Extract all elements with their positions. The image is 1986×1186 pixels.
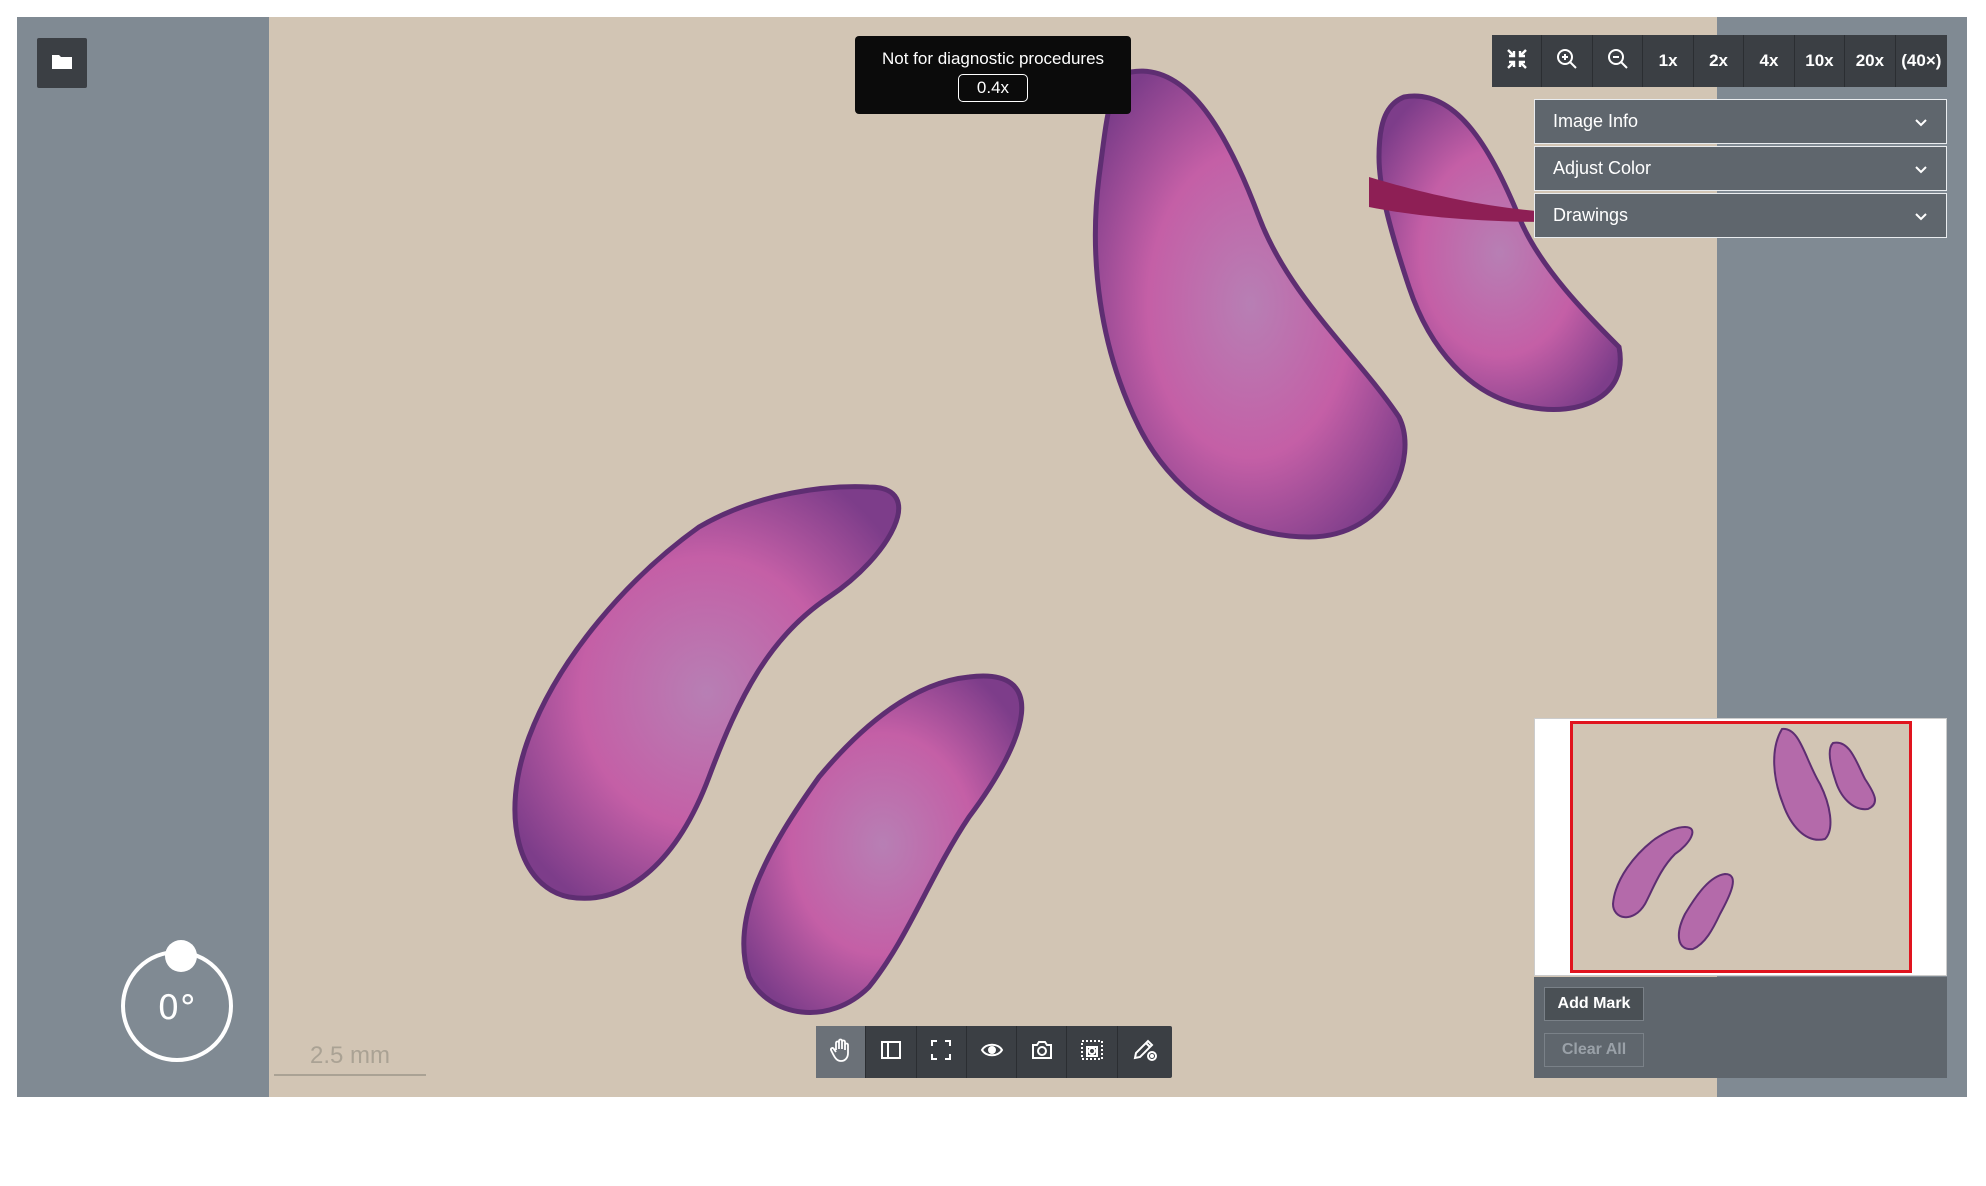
current-zoom-readout: 0.4x xyxy=(957,74,1029,102)
side-panels: Image Info Adjust Color Drawings xyxy=(1534,99,1947,240)
zoom-in-button[interactable] xyxy=(1542,35,1593,87)
zoom-preset-20x[interactable]: 20x xyxy=(1845,35,1896,87)
sidebar-toggle-button[interactable] xyxy=(866,1026,917,1078)
overview-navigator[interactable] xyxy=(1534,718,1947,976)
camera-icon xyxy=(1030,1038,1054,1067)
zoom-toolbar: 1x 2x 4x 10x 20x (40×) xyxy=(1492,35,1947,87)
zoom-preset-2x[interactable]: 2x xyxy=(1694,35,1745,87)
rotation-knob[interactable] xyxy=(165,940,197,972)
collapse-button[interactable] xyxy=(1492,35,1543,87)
visibility-eye-icon xyxy=(980,1038,1004,1067)
scale-bar: 2.5 mm xyxy=(274,1042,426,1076)
panel-drawings[interactable]: Drawings xyxy=(1534,193,1947,238)
annotate-button[interactable] xyxy=(1118,1026,1172,1078)
fullscreen-button[interactable] xyxy=(917,1026,967,1078)
overview-viewport-rect[interactable] xyxy=(1570,721,1912,973)
folder-icon xyxy=(51,52,73,75)
tissue-section xyxy=(1092,68,1408,540)
region-snapshot-button[interactable] xyxy=(1067,1026,1118,1078)
scale-bar-label: 2.5 mm xyxy=(309,1042,390,1069)
annotate-pencil-icon xyxy=(1131,1036,1159,1069)
warning-text: Not for diagnostic procedures xyxy=(881,49,1105,68)
panel-label: Image Info xyxy=(1553,111,1639,131)
slide-viewer[interactable]: Not for diagnostic procedures 0.4x 1x 2x… xyxy=(17,17,1967,1097)
panel-label: Adjust Color xyxy=(1553,158,1652,178)
zoom-preset-4x[interactable]: 4x xyxy=(1744,35,1795,87)
zoom-preset-10x[interactable]: 10x xyxy=(1795,35,1846,87)
fullscreen-icon xyxy=(929,1038,953,1067)
zoom-out-icon xyxy=(1606,47,1630,76)
chevron-down-icon xyxy=(1914,111,1928,132)
scale-bar-line xyxy=(274,1074,426,1076)
panel-image-info[interactable]: Image Info xyxy=(1534,99,1947,144)
chevron-down-icon xyxy=(1914,205,1928,226)
rotation-dial[interactable]: 0° xyxy=(121,940,233,1062)
tissue-section xyxy=(741,673,1025,1015)
bottom-toolbar xyxy=(816,1026,1172,1078)
snapshot-button[interactable] xyxy=(1017,1026,1068,1078)
pan-hand-icon xyxy=(828,1037,854,1068)
chevron-down-icon xyxy=(1914,158,1928,179)
region-capture-icon xyxy=(1080,1038,1104,1067)
tissue-sections xyxy=(512,68,1623,1015)
clear-all-button[interactable]: Clear All xyxy=(1544,1033,1644,1067)
sidebar-panel-icon xyxy=(879,1038,903,1067)
zoom-preset-1x[interactable]: 1x xyxy=(1643,35,1694,87)
marks-panel: Add Mark Clear All xyxy=(1534,977,1947,1078)
zoom-preset-40x[interactable]: (40×) xyxy=(1896,35,1947,87)
panel-adjust-color[interactable]: Adjust Color xyxy=(1534,146,1947,191)
zoom-in-icon xyxy=(1555,47,1579,76)
zoom-out-button[interactable] xyxy=(1593,35,1644,87)
visibility-button[interactable] xyxy=(967,1026,1018,1078)
slide-image[interactable] xyxy=(269,17,1717,1097)
add-mark-button[interactable]: Add Mark xyxy=(1544,987,1644,1021)
pan-tool-button[interactable] xyxy=(816,1026,867,1078)
panel-label: Drawings xyxy=(1553,205,1629,225)
open-folder-button[interactable] xyxy=(37,38,87,88)
collapse-icon xyxy=(1505,47,1529,76)
diagnostic-warning-banner: Not for diagnostic procedures 0.4x xyxy=(855,36,1131,114)
rotation-angle-label: 0° xyxy=(157,988,197,1028)
